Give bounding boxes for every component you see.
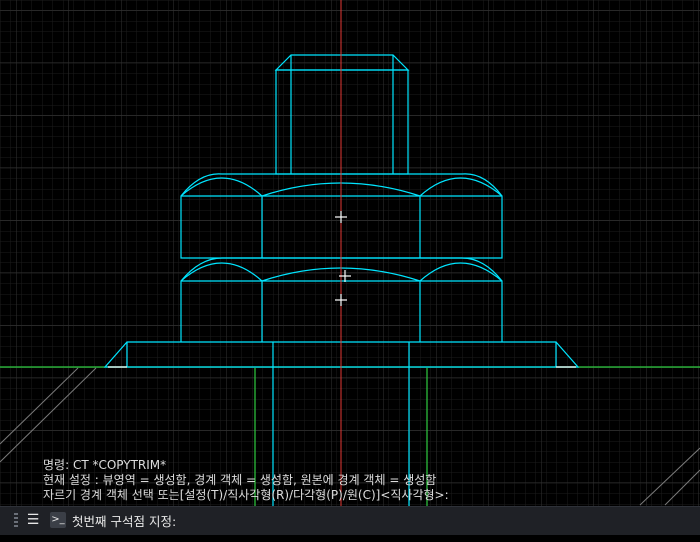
command-input[interactable] [72,511,682,531]
hamburger-menu-icon[interactable]: ☰ [24,511,42,529]
command-prompt-icon[interactable]: >_ [50,512,66,528]
drag-grip-icon[interactable] [14,513,18,529]
history-line-2: 현재 설정 : 뷰영역 = 생성함, 경계 객체 = 생성함, 원본에 경계 객… [43,473,437,487]
command-line-bar: ☰ >_ [0,506,700,535]
history-line-1: 명령: CT *COPYTRIM* [43,458,167,472]
history-line-3: 자르기 경계 객체 선택 또는[설정(T)/직사각형(R)/다각형(P)/원(C… [43,488,449,502]
drawing-viewport[interactable] [0,0,700,508]
command-history: 명령: CT *COPYTRIM* 현재 설정 : 뷰영역 = 생성함, 경계 … [43,458,693,503]
grid-major [0,0,700,508]
